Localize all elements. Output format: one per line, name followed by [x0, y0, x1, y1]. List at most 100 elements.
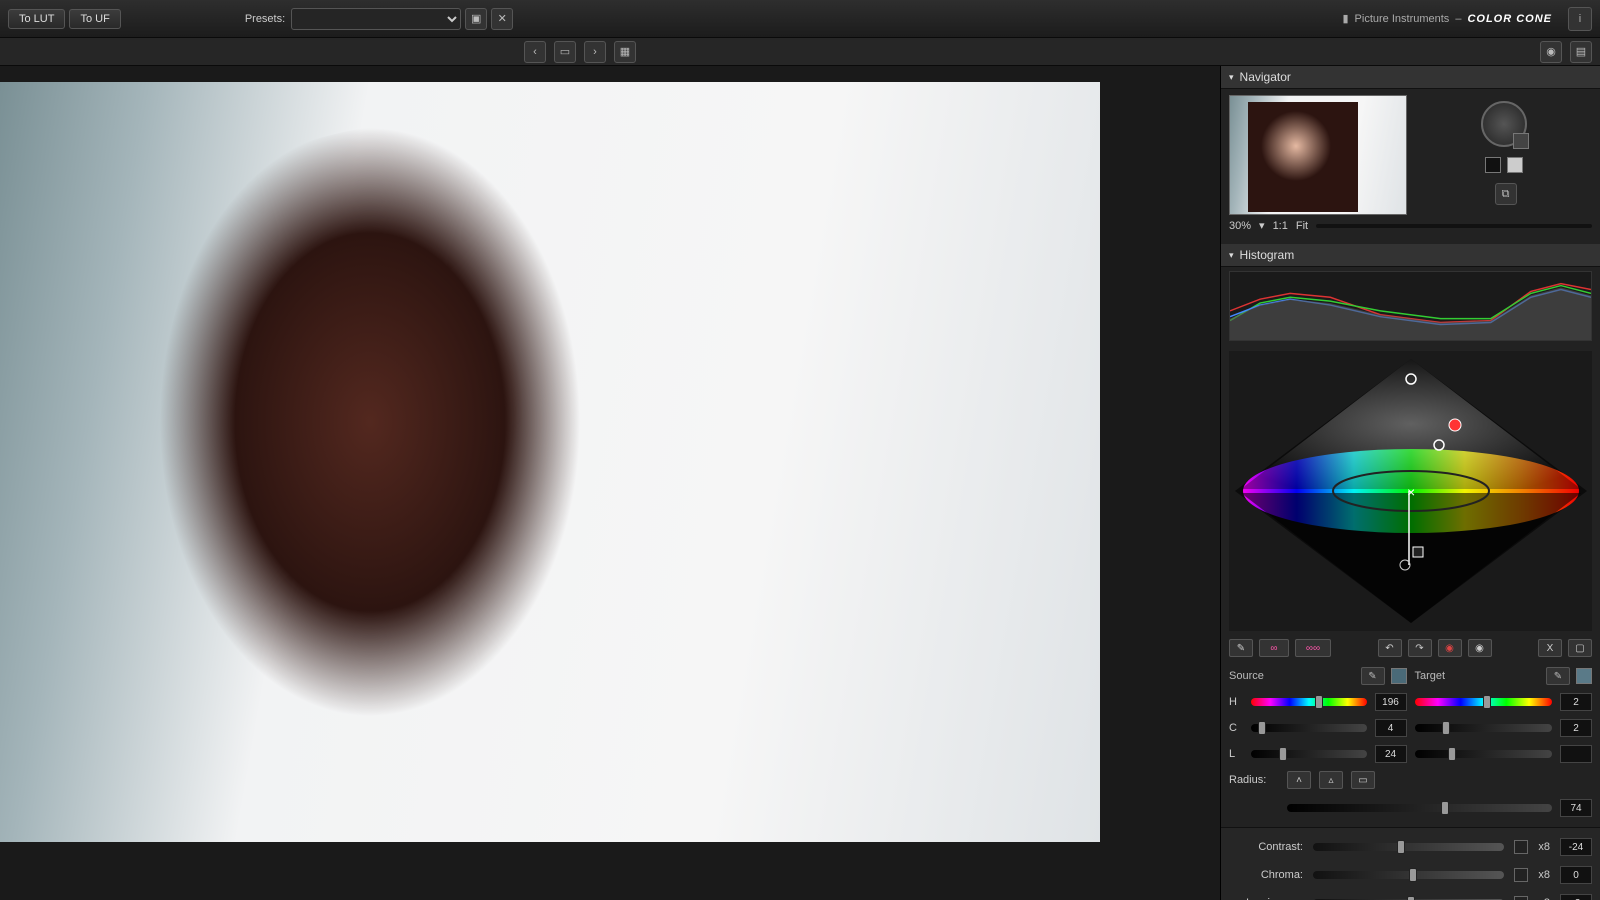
navigator-thumbnail[interactable] — [1229, 95, 1407, 215]
source-color-swatch[interactable] — [1391, 668, 1407, 684]
radius-mode-a-button[interactable]: ˄ — [1287, 771, 1311, 789]
chroma-label: C — [1229, 722, 1243, 734]
background-black-swatch[interactable] — [1485, 157, 1501, 173]
flat-icon: ▭ — [1358, 775, 1367, 786]
save-preset-button[interactable]: ▣ — [465, 8, 487, 30]
target-eyedropper-button[interactable]: ✎ — [1546, 667, 1570, 685]
radius-value[interactable]: 74 — [1560, 799, 1592, 817]
next-image-button[interactable]: › — [584, 41, 606, 63]
link-icon: ∞ — [1270, 643, 1277, 654]
brand-company: Picture Instruments — [1355, 13, 1450, 25]
trash-icon: ✕ — [498, 12, 507, 25]
histogram-header[interactable]: ▾ Histogram — [1221, 244, 1600, 267]
photo-preview — [0, 82, 1100, 842]
histogram-chart — [1229, 271, 1592, 341]
open-folder-button[interactable]: ▭ — [554, 41, 576, 63]
chroma-x8-checkbox[interactable] — [1514, 868, 1528, 882]
eyedropper-icon: ✎ — [1237, 643, 1245, 654]
source-lum-value[interactable]: 24 — [1375, 745, 1407, 763]
source-hue-slider[interactable] — [1251, 698, 1367, 706]
presets-dropdown[interactable] — [291, 8, 461, 30]
chevron-right-icon: › — [593, 46, 597, 58]
navigator-panel: ⧉ 30% ▾ 1:1 Fit — [1221, 89, 1600, 244]
source-lum-slider[interactable] — [1251, 750, 1367, 758]
navigator-header[interactable]: ▾ Navigator — [1221, 66, 1600, 89]
viewer-toolbar: ‹ ▭ › ▦ ◉ ▤ — [0, 38, 1600, 66]
zoom-caret-icon[interactable]: ▾ — [1259, 219, 1265, 232]
radius-mode-b-button[interactable]: ▵ — [1319, 771, 1343, 789]
grid-icon: ▤ — [1576, 45, 1586, 58]
cone-center-marker: × — [1407, 484, 1415, 500]
triple-link-icon: ∞∞ — [1306, 643, 1320, 654]
side-panel: ▾ Navigator ⧉ 30% ▾ — [1220, 66, 1600, 900]
brand-product: COLOR CONE — [1467, 13, 1552, 25]
chevron-left-icon: ‹ — [533, 46, 537, 58]
peak-icon: ▵ — [1328, 775, 1333, 786]
eyedropper-button[interactable]: ✎ — [1229, 639, 1253, 657]
zoom-1to1-button[interactable]: 1:1 — [1273, 220, 1288, 232]
link-two-button[interactable]: ∞ — [1259, 639, 1289, 657]
chroma-adj-slider[interactable] — [1313, 871, 1504, 879]
source-eyedropper-button[interactable]: ✎ — [1361, 667, 1385, 685]
cone-point-red — [1449, 419, 1461, 431]
mask-icon: ◉ — [1445, 643, 1454, 654]
rotation-dial[interactable] — [1481, 101, 1527, 147]
mask-button[interactable]: ◉ — [1438, 639, 1462, 657]
reset-point-button[interactable]: X — [1538, 639, 1562, 657]
redo-button[interactable]: ↷ — [1408, 639, 1432, 657]
brand-area: ▮ Picture Instruments – COLOR CONE i — [1342, 7, 1592, 31]
target-lum-slider[interactable] — [1415, 750, 1553, 758]
zoom-fit-button[interactable]: Fit — [1296, 220, 1308, 232]
background-white-swatch[interactable] — [1507, 157, 1523, 173]
contrast-x8-checkbox[interactable] — [1514, 840, 1528, 854]
target-chroma-value[interactable]: 2 — [1560, 719, 1592, 737]
luminance-adj-value[interactable]: -3 — [1560, 894, 1592, 900]
eyedropper-icon: ✎ — [1368, 671, 1376, 682]
chroma-adj-value[interactable]: 0 — [1560, 866, 1592, 884]
caret-down-icon: ▾ — [1229, 250, 1234, 261]
x-icon: X — [1547, 643, 1554, 654]
luminance-x8-checkbox[interactable] — [1514, 896, 1528, 900]
radius-slider[interactable] — [1287, 804, 1552, 812]
undo-button[interactable]: ↶ — [1378, 639, 1402, 657]
duplicate-button[interactable]: ⧉ — [1495, 183, 1517, 205]
compare-icon: ▦ — [620, 45, 630, 58]
duplicate-icon: ⧉ — [1502, 188, 1510, 201]
target-hue-slider[interactable] — [1415, 698, 1553, 706]
preview-toggle-button[interactable]: ◉ — [1540, 41, 1562, 63]
source-chroma-value[interactable]: 4 — [1375, 719, 1407, 737]
to-lut-button[interactable]: To LUT — [8, 9, 65, 29]
zoom-slider[interactable] — [1316, 224, 1592, 228]
target-hue-value[interactable]: 2 — [1560, 693, 1592, 711]
compare-view-button[interactable]: ▦ — [614, 41, 636, 63]
target-color-swatch[interactable] — [1576, 668, 1592, 684]
contrast-value[interactable]: -24 — [1560, 838, 1592, 856]
to-uf-button[interactable]: To UF — [69, 9, 120, 29]
grid-toggle-button[interactable]: ▤ — [1570, 41, 1592, 63]
redo-icon: ↷ — [1415, 643, 1423, 654]
navigator-title: Navigator — [1240, 70, 1291, 84]
source-chroma-slider[interactable] — [1251, 724, 1367, 732]
target-column: Target ✎ 2 2 — [1415, 661, 1593, 771]
target-label: Target — [1415, 670, 1446, 682]
contrast-slider[interactable] — [1313, 843, 1504, 851]
radius-label: Radius: — [1229, 774, 1279, 786]
info-button[interactable]: i — [1568, 7, 1592, 31]
delete-preset-button[interactable]: ✕ — [491, 8, 513, 30]
source-hue-value[interactable]: 196 — [1375, 693, 1407, 711]
source-label: Source — [1229, 670, 1264, 682]
target-lum-value[interactable] — [1560, 745, 1592, 763]
contrast-mult: x8 — [1538, 841, 1550, 853]
radius-mode-c-button[interactable]: ▭ — [1351, 771, 1375, 789]
link-three-button[interactable]: ∞∞ — [1295, 639, 1331, 657]
caret-up-icon: ˄ — [1296, 775, 1302, 786]
prev-image-button[interactable]: ‹ — [524, 41, 546, 63]
color-cone-picker[interactable]: × — [1229, 351, 1592, 631]
save-icon: ▣ — [471, 12, 481, 25]
global-adjustments: Contrast: x8 -24 Chroma: x8 0 Luminance:… — [1221, 827, 1600, 900]
toggle-point-button[interactable]: ▢ — [1568, 639, 1592, 657]
preview-mask-button[interactable]: ◉ — [1468, 639, 1492, 657]
radius-row: Radius: ˄ ▵ ▭ — [1221, 771, 1600, 799]
image-canvas[interactable] — [0, 66, 1220, 900]
target-chroma-slider[interactable] — [1415, 724, 1553, 732]
